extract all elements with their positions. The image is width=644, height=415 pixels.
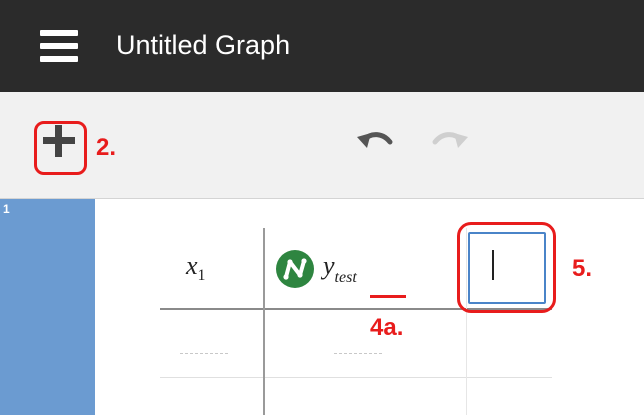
annotation-underline	[370, 295, 406, 298]
undo-icon[interactable]	[355, 130, 393, 154]
column-header-name: y	[323, 251, 335, 280]
column-header-name: x	[186, 251, 198, 280]
annotation-box-input	[457, 222, 556, 313]
expression-index: 1	[3, 202, 10, 216]
table-cell-ytest-empty[interactable]	[334, 353, 382, 354]
graph-title[interactable]: Untitled Graph	[116, 28, 290, 62]
table-row-divider	[160, 377, 552, 378]
top-header-bar: Untitled Graph	[0, 0, 644, 92]
regression-icon[interactable]	[276, 250, 314, 288]
annotation-label-step-5: 5.	[572, 255, 593, 282]
redo-icon[interactable]	[432, 130, 470, 154]
annotation-label-step-4a: 4a.	[370, 314, 404, 341]
table-expression	[95, 199, 644, 415]
hamburger-menu-icon[interactable]	[40, 30, 78, 62]
annotation-box-add	[34, 121, 87, 175]
column-header-subscript: test	[334, 269, 357, 286]
table-column-divider	[263, 228, 265, 415]
table-cell-x1-empty[interactable]	[180, 353, 228, 354]
column-header-subscript: 1	[197, 267, 206, 284]
column-header-ytest[interactable]: ytest	[323, 251, 357, 287]
column-header-x1[interactable]: x1	[186, 251, 206, 285]
expression-gutter[interactable]: 1	[0, 199, 95, 415]
annotation-label-step-2: 2.	[96, 134, 117, 161]
